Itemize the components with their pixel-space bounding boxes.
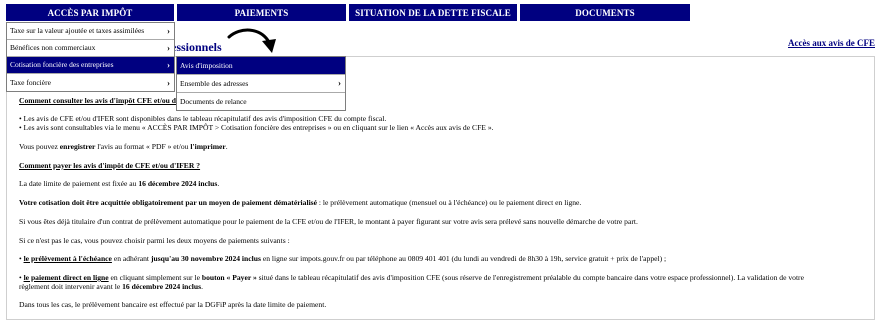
paiement-direct-link[interactable]: le paiement direct en ligne (24, 273, 109, 282)
text-segment: . (225, 142, 228, 151)
paiement-direct-item-continued: règlement doit intervenir avant le 16 dé… (19, 282, 203, 291)
enregistrer-imprimer-text: Vous pouvez enregistrer l'avis au format… (19, 142, 228, 151)
tab-paiements[interactable]: PAIEMENTS (177, 4, 346, 21)
info-avis-consultables: • Les avis sont consultables via le menu… (19, 123, 494, 132)
text-emphasis: l'imprimer (190, 142, 226, 151)
submenu-item-label: Ensemble des adresses (180, 79, 249, 88)
tab-situation-dette-fiscale[interactable]: SITUATION DE LA DETTE FISCALE (349, 4, 517, 21)
paiement-dematerialise-text: Votre cotisation doit être acquittée obl… (19, 198, 581, 207)
text-segment: l'avis au format « PDF » et/ou (95, 142, 191, 151)
cfe-submenu: Avis d'imposition Ensemble des adresses ›… (176, 56, 346, 111)
text-segment: en cliquant simplement sur le (108, 273, 202, 282)
chevron-right-icon: › (167, 43, 170, 53)
moyens-paiement-intro: Si ce n'est pas le cas, vous pouvez choi… (19, 236, 290, 245)
text-emphasis: Votre cotisation doit être acquittée obl… (19, 198, 318, 207)
text-segment: La date limite de paiement est fixée au (19, 179, 139, 188)
text-emphasis: jusqu'au 30 novembre 2024 inclus (150, 254, 261, 263)
chevron-right-icon: › (167, 26, 170, 36)
submenu-item-documents-relance[interactable]: Documents de relance (177, 93, 345, 110)
chevron-right-icon: › (167, 78, 170, 88)
menu-item-bnc[interactable]: Bénéfices non commerciaux › (7, 40, 174, 57)
content-panel: Comment consulter les avis d'impôt CFE e… (6, 56, 875, 320)
prelevement-dgfip-text: Dans tous les cas, le prélèvement bancai… (19, 300, 327, 309)
text-segment: en adhérant (111, 254, 151, 263)
text-emphasis: enregistrer (59, 142, 96, 151)
paiement-direct-item: • le paiement direct en ligne en cliquan… (19, 273, 804, 282)
tab-documents[interactable]: DOCUMENTS (520, 4, 690, 21)
text-segment: . (201, 282, 203, 291)
heading-payer: Comment payer les avis d'impôt de CFE et… (19, 161, 201, 170)
top-navigation: ACCÈS PAR IMPÔT PAIEMENTS SITUATION DE L… (6, 4, 690, 21)
chevron-right-icon: › (338, 78, 341, 88)
text-segment: : le prélèvement automatique (mensuel ou… (317, 198, 582, 207)
menu-item-label: Bénéfices non commerciaux (10, 43, 96, 52)
menu-item-label: Cotisation foncière des entreprises (10, 60, 114, 69)
page-title: essionnels (171, 40, 222, 54)
prelevement-echeance-item: • le prélèvement à l'échéance en adhéran… (19, 254, 666, 263)
text-segment: Vous pouvez (19, 142, 60, 151)
menu-item-label: Taxe sur la valeur ajoutée et taxes assi… (10, 26, 145, 35)
text-segment: en ligne sur impots.gouv.fr ou par télép… (260, 254, 667, 263)
submenu-item-ensemble-adresses[interactable]: Ensemble des adresses › (177, 75, 345, 93)
prelevement-echeance-link[interactable]: le prélèvement à l'échéance (24, 254, 112, 263)
curved-arrow-icon (227, 28, 276, 53)
text-segment: situé dans le tableau récapitulatif des … (256, 273, 804, 282)
chevron-right-icon: › (167, 60, 170, 70)
text-emphasis: bouton « Payer » (201, 273, 257, 282)
menu-item-tva[interactable]: Taxe sur la valeur ajoutée et taxes assi… (7, 23, 174, 40)
heading-consulter: Comment consulter les avis d'impôt CFE e… (19, 96, 179, 105)
text-emphasis: 16 décembre 2024 inclus (138, 179, 218, 188)
menu-item-label: Taxe foncière (10, 78, 51, 87)
text-emphasis: 16 décembre 2024 inclus (122, 282, 202, 291)
date-limite-text: La date limite de paiement est fixée au … (19, 179, 219, 188)
text-segment: . (217, 179, 220, 188)
submenu-item-avis-imposition[interactable]: Avis d'imposition (177, 57, 345, 75)
text-segment: règlement doit intervenir avant le (19, 282, 123, 291)
menu-item-taxe-fonciere[interactable]: Taxe foncière › (7, 75, 174, 91)
info-avis-disponibles: • Les avis de CFE et/ou d'IFER sont disp… (19, 114, 387, 123)
menu-item-cfe[interactable]: Cotisation foncière des entreprises › (7, 57, 174, 74)
tab-acces-par-impot[interactable]: ACCÈS PAR IMPÔT (6, 4, 174, 21)
acces-avis-cfe-link[interactable]: Accès aux avis de CFE (788, 38, 875, 48)
acces-par-impot-menu: Taxe sur la valeur ajoutée et taxes assi… (6, 22, 175, 92)
prelevement-existant-text: Si vous êtes déjà titulaire d'un contrat… (19, 217, 638, 226)
